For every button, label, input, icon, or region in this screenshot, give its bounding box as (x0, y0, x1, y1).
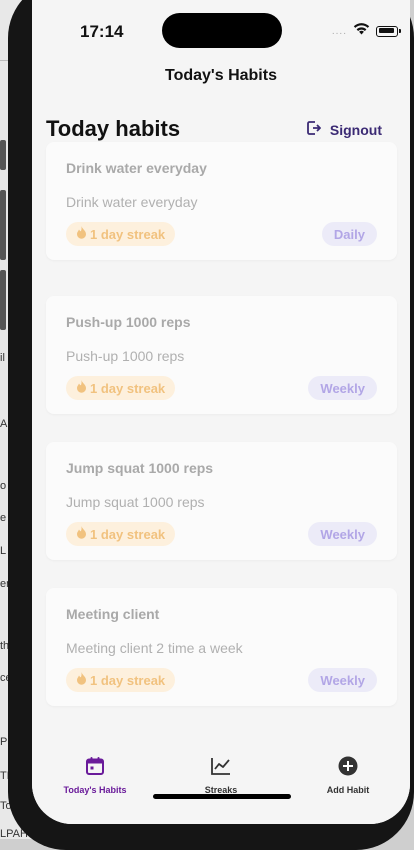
home-indicator (153, 794, 291, 799)
habit-title: Drink water everyday (66, 160, 207, 176)
fire-icon (76, 380, 87, 396)
streak-text: 1 day streak (90, 672, 166, 688)
tab-add-habit[interactable]: Add Habit (293, 756, 403, 795)
bg-fragment: A (0, 418, 8, 430)
bg-fragment: o (0, 480, 7, 492)
tab-label: Today's Habits (63, 785, 127, 795)
streak-text: 1 day streak (90, 380, 166, 396)
tab-todays-habits[interactable]: Today's Habits (40, 756, 150, 795)
streak-badge: 1 day streak (66, 668, 176, 692)
logout-icon (306, 120, 322, 139)
tab-streaks[interactable]: Streaks (166, 756, 276, 795)
streak-text: 1 day streak (90, 526, 166, 542)
bg-fragment: e (0, 512, 7, 524)
bg-fragment: P (0, 736, 8, 748)
tab-label: Add Habit (326, 785, 370, 795)
tab-bar: Today's Habits Streaks Add Habit (32, 726, 410, 824)
frequency-badge: Weekly (308, 668, 377, 692)
habit-card[interactable]: Jump squat 1000 reps Jump squat 1000 rep… (46, 442, 397, 560)
habit-description: Meeting client 2 time a week (66, 640, 243, 656)
calendar-icon (40, 756, 150, 781)
page-title: Today habits (46, 116, 181, 141)
app-screen: 17:14 .... Today's Habits Today habits S… (32, 0, 410, 824)
phone-frame: 17:14 .... Today's Habits Today habits S… (8, 0, 414, 850)
habit-card[interactable]: Meeting client Meeting client 2 time a w… (46, 588, 397, 706)
nav-title: Today's Habits (165, 67, 277, 84)
fire-icon (76, 226, 87, 242)
habit-card[interactable]: Push-up 1000 reps Push-up 1000 reps 1 da… (46, 296, 397, 414)
signal-dots: .... (331, 25, 347, 37)
wifi-icon (353, 22, 370, 40)
streak-badge: 1 day streak (66, 522, 176, 546)
status-icons: .... (331, 22, 401, 40)
fire-icon (76, 526, 87, 542)
habit-title: Push-up 1000 reps (66, 314, 191, 330)
habit-description: Push-up 1000 reps (66, 348, 185, 364)
streak-badge: 1 day streak (66, 376, 176, 400)
fire-icon (76, 672, 87, 688)
battery-icon (376, 25, 401, 37)
dynamic-island (162, 13, 282, 48)
streak-text: 1 day streak (90, 226, 166, 242)
habit-title: Meeting client (66, 606, 160, 622)
frequency-badge: Weekly (308, 522, 377, 546)
plus-circle-icon (293, 756, 403, 781)
bg-fragment: il (0, 352, 5, 364)
status-time: 17:14 (80, 22, 124, 41)
habit-title: Jump squat 1000 reps (66, 460, 214, 476)
signout-button[interactable]: Signout (306, 120, 382, 139)
chart-icon (166, 756, 276, 781)
frequency-badge: Daily (321, 222, 377, 246)
habit-description: Drink water everyday (66, 194, 198, 210)
habit-card[interactable]: Drink water everyday Drink water everyda… (46, 142, 397, 260)
streak-badge: 1 day streak (66, 222, 176, 246)
signout-label: Signout (329, 121, 382, 138)
frequency-badge: Weekly (308, 376, 377, 400)
bg-fragment: L (0, 545, 7, 557)
habit-description: Jump squat 1000 reps (66, 494, 205, 510)
